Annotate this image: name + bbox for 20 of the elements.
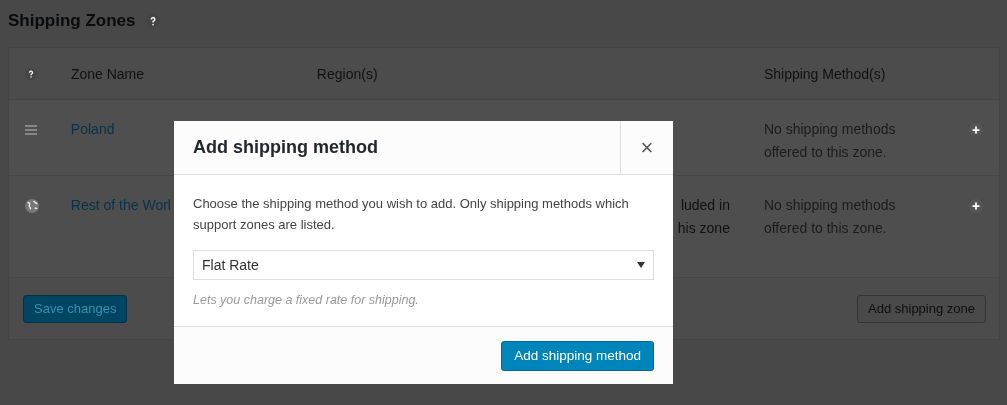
- shipping-method-select[interactable]: Flat Rate: [193, 250, 654, 280]
- caret-icon: [637, 262, 645, 268]
- drag-handle-icon[interactable]: [25, 124, 37, 135]
- add-shipping-zone-button[interactable]: Add shipping zone: [857, 294, 986, 323]
- close-button[interactable]: ×: [620, 121, 673, 174]
- modal-description: Choose the shipping method you wish to add. Only shipping methods which support zones are listed.: [193, 195, 630, 234]
- add-shipping-method-button[interactable]: Add shipping method: [501, 340, 654, 371]
- add-icon[interactable]: [969, 198, 984, 213]
- modal-title: Add shipping method: [192, 137, 378, 158]
- zone-name-link[interactable]: Rest of the Worl: [70, 197, 171, 213]
- zone-name-link[interactable]: Poland: [70, 121, 115, 137]
- add-icon[interactable]: [969, 122, 984, 137]
- column-header: Region(s): [316, 65, 378, 82]
- column-header: Shipping Method(s): [763, 65, 886, 82]
- method-hint: Lets you charge a fixed rate for shipping.: [193, 292, 420, 309]
- column-header: Zone Name: [70, 65, 145, 82]
- globe-icon: [25, 198, 39, 213]
- help-icon[interactable]: [25, 67, 37, 80]
- region-text: luded in his zone: [677, 197, 730, 236]
- page-title: Shipping Zones: [8, 11, 136, 31]
